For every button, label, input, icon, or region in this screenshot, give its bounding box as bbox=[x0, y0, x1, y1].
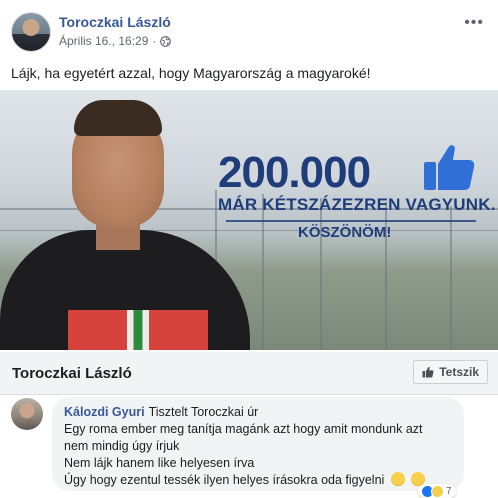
post-text: Lájk, ha egyetért azzal, hogy Magyarorsz… bbox=[11, 65, 371, 81]
banner-divider bbox=[226, 220, 476, 222]
comment-line: Tisztelt Toroczkai úr bbox=[148, 405, 259, 419]
author-avatar[interactable] bbox=[11, 12, 51, 52]
like-thumb-icon bbox=[422, 366, 434, 378]
page-name[interactable]: Toroczkai László bbox=[12, 365, 132, 382]
thumbs-up-icon bbox=[424, 145, 475, 190]
reaction-count: 7 bbox=[446, 485, 452, 497]
globe-icon bbox=[160, 35, 172, 47]
banner-tagline: MÁR KÉTSZÁZEZREN VAGYUNK. bbox=[218, 195, 496, 214]
comment-author[interactable]: Kálozdi Gyuri bbox=[64, 405, 145, 419]
page-like-button[interactable]: Tetszik bbox=[413, 360, 488, 384]
comment-line: nem mindig úgy írjuk bbox=[64, 439, 180, 453]
commenter-avatar[interactable] bbox=[11, 398, 43, 430]
haha-reaction-icon bbox=[431, 484, 444, 498]
person-photo bbox=[0, 90, 260, 350]
post-timestamp[interactable]: Április 16., 16:29 bbox=[59, 34, 148, 48]
banner-count: 200.000 bbox=[218, 148, 371, 197]
comment-line: Egy roma ember meg tanítja magánk azt ho… bbox=[64, 422, 423, 436]
comment-bubble: Kálozdi Gyuri Tisztelt Toroczkai úr Egy r… bbox=[52, 397, 464, 491]
comment-line: Úgy hogy ezentul tessék ilyen helyes írá… bbox=[64, 473, 385, 487]
comment-line: Nem lájk hanem like helyesen írva bbox=[64, 456, 255, 470]
post-header: Toroczkai László Április 16., 16:29 · ••… bbox=[0, 0, 498, 58]
banner-thanks: KÖSZÖNÖM! bbox=[298, 224, 392, 241]
author-name[interactable]: Toroczkai László bbox=[59, 14, 171, 30]
smile-emoji-icon bbox=[390, 472, 405, 486]
more-options-icon[interactable]: ••• bbox=[464, 14, 484, 32]
page-attachment-bar: Toroczkai László Tetszik bbox=[0, 352, 498, 395]
comment-reactions[interactable]: 7 bbox=[418, 484, 456, 498]
like-button-label: Tetszik bbox=[439, 365, 479, 379]
meta-separator: · bbox=[152, 34, 157, 48]
post-meta: Április 16., 16:29 · bbox=[59, 34, 172, 48]
shirt-flag-print bbox=[68, 310, 208, 350]
